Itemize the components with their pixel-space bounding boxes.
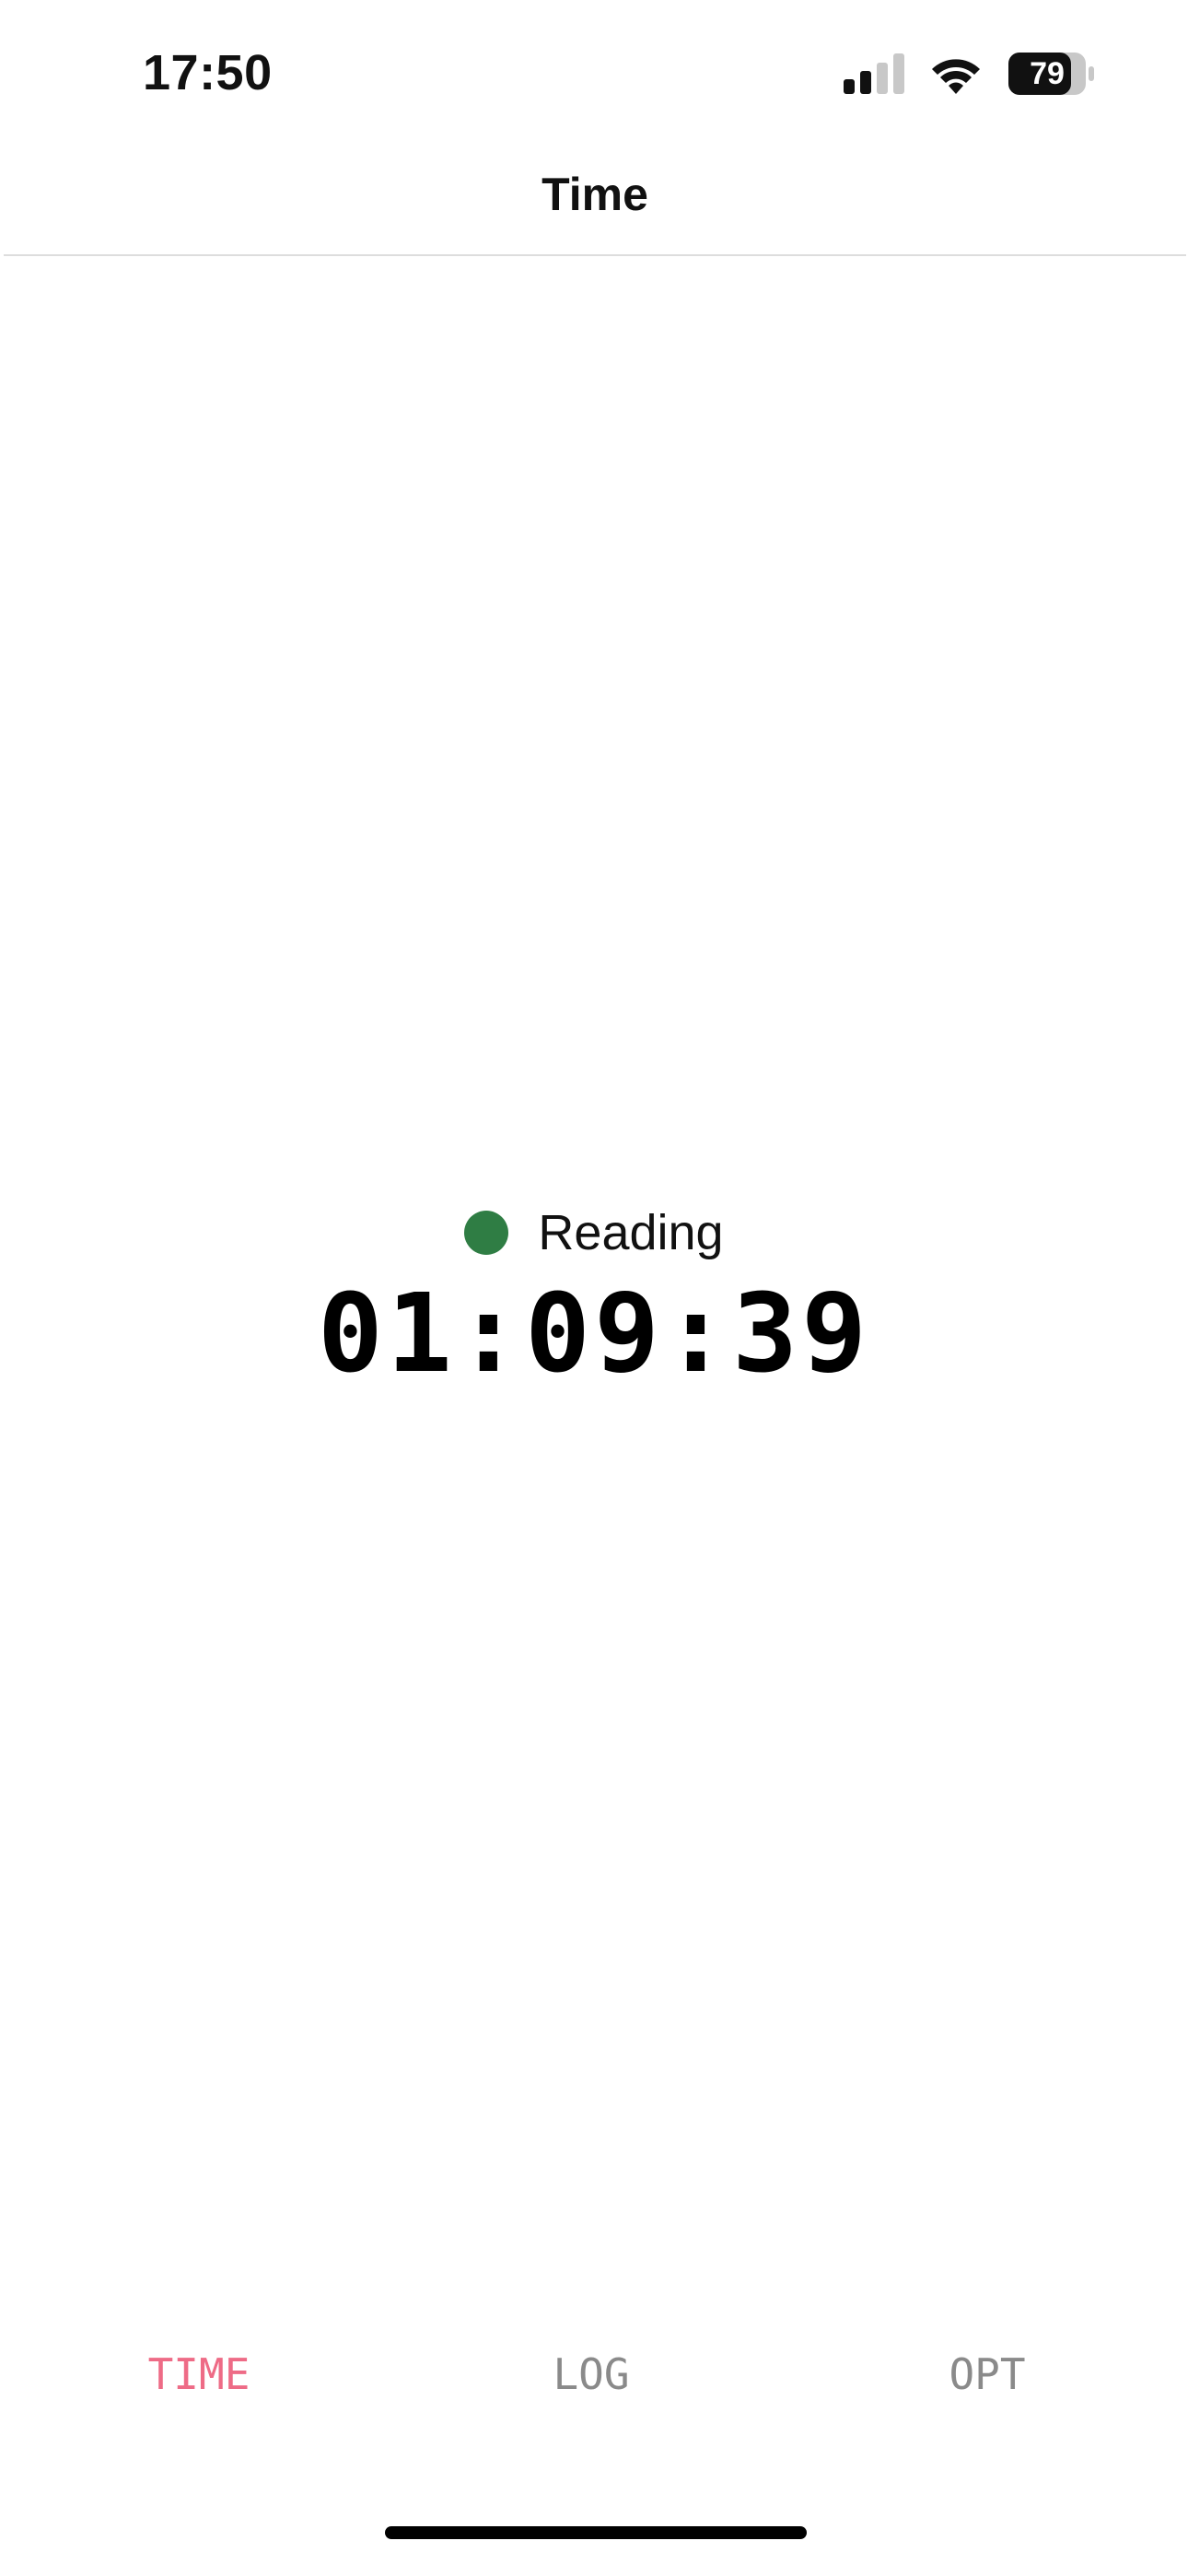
- tab-opt[interactable]: OPT: [849, 2349, 1125, 2399]
- current-activity: Reading: [0, 1198, 1188, 1268]
- status-icons: 79: [844, 46, 1096, 101]
- tab-time[interactable]: TIME: [61, 2349, 337, 2399]
- tab-log[interactable]: LOG: [453, 2349, 729, 2399]
- page-title: Time: [542, 169, 648, 220]
- nav-header: Time: [4, 138, 1186, 256]
- signal-icon: [844, 53, 904, 94]
- activity-status-dot: [464, 1211, 509, 1255]
- battery-level: 79: [1030, 56, 1065, 91]
- wifi-icon: [928, 53, 984, 94]
- elapsed-timer: 01:09:39: [317, 1270, 871, 1397]
- status-time: 17:50: [143, 45, 273, 100]
- activity-label: Reading: [538, 1205, 724, 1260]
- status-bar: 17:50 79: [0, 0, 1188, 138]
- home-indicator[interactable]: [385, 2526, 807, 2539]
- battery-icon: 79: [1007, 52, 1096, 96]
- tab-bar: TIME LOG OPT: [0, 2349, 1188, 2423]
